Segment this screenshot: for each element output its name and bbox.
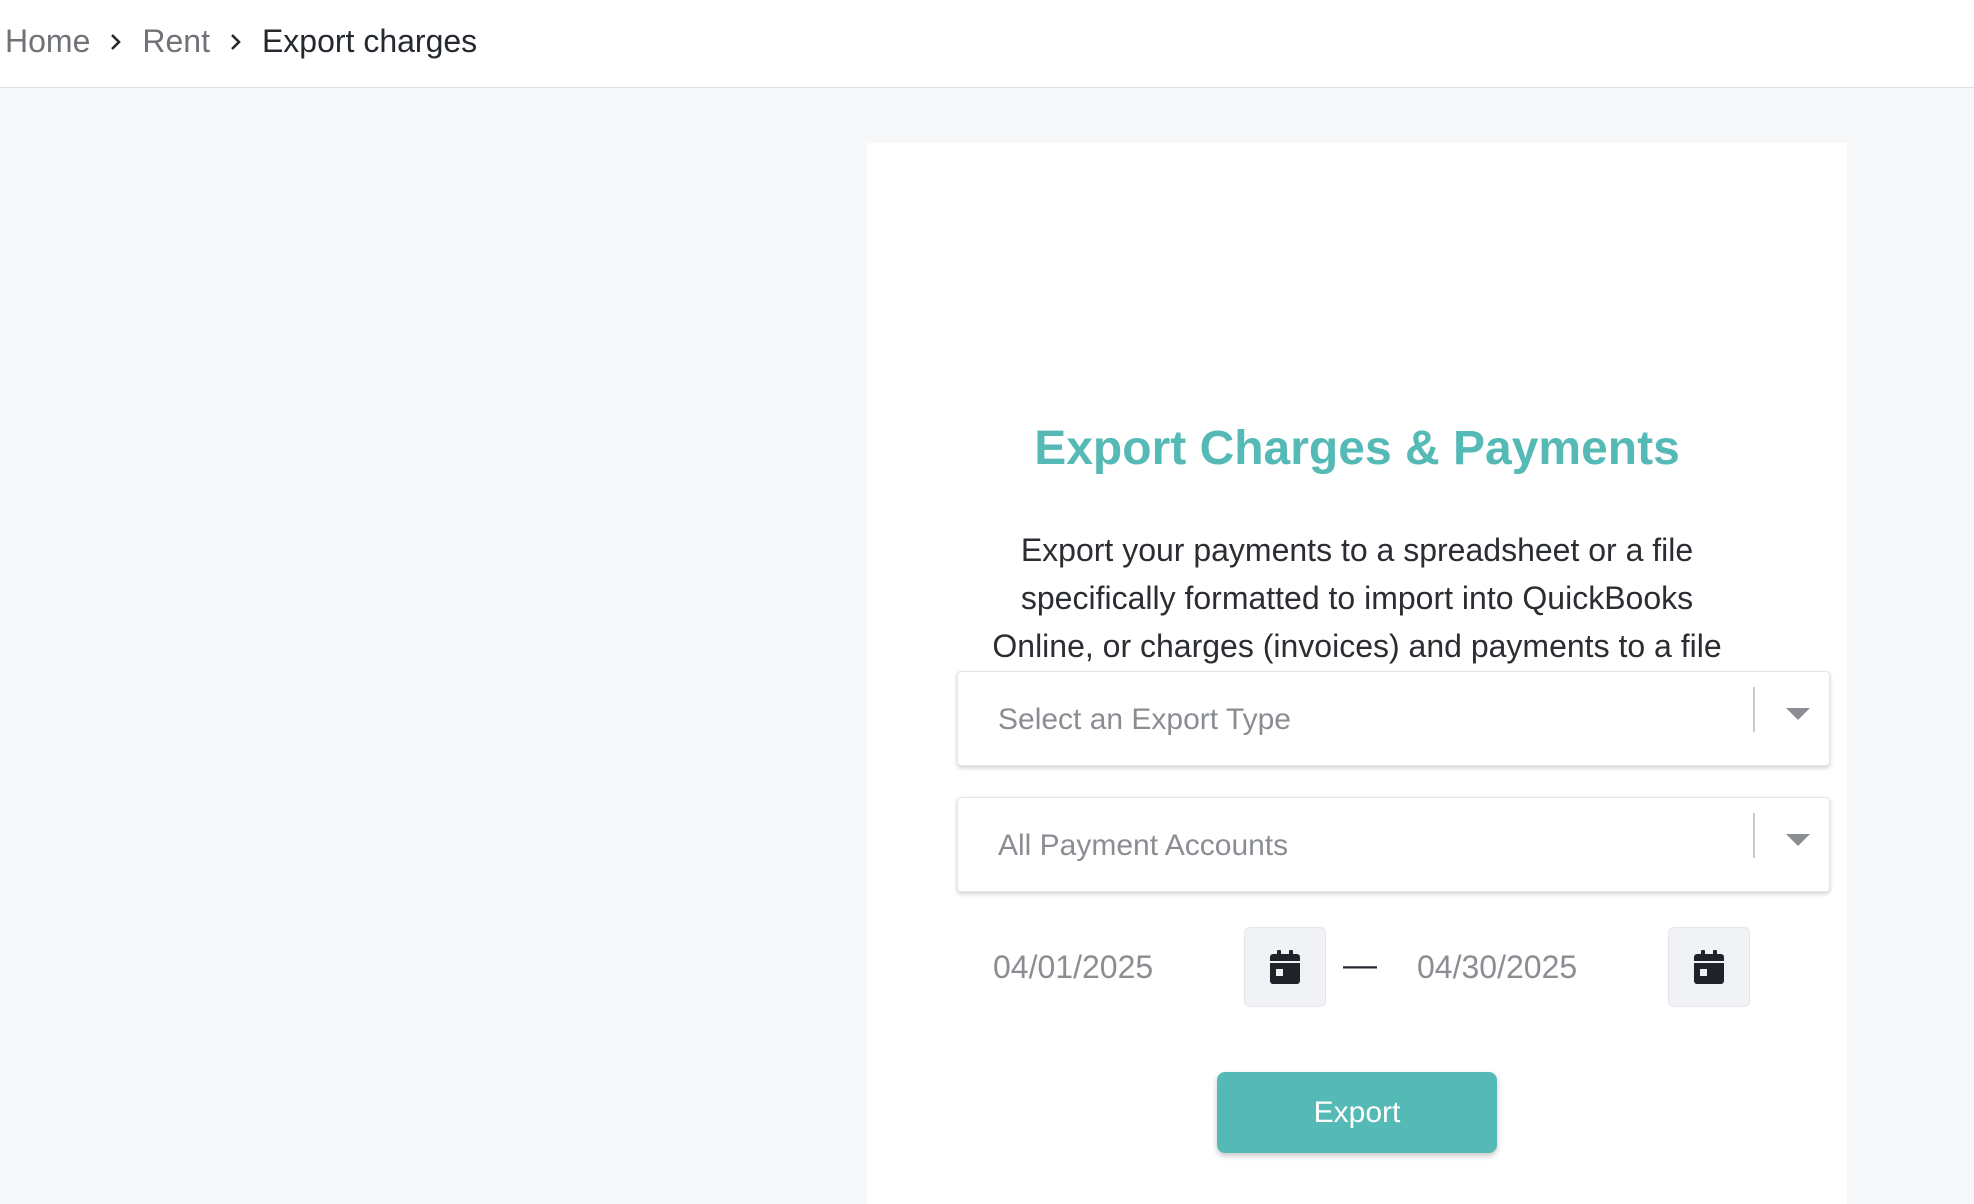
end-date-calendar-button[interactable] bbox=[1668, 927, 1750, 1007]
select-divider bbox=[1753, 687, 1755, 732]
payment-accounts-value: All Payment Accounts bbox=[998, 829, 1289, 862]
page-title: Export Charges & Payments bbox=[1034, 422, 1680, 475]
date-range: — bbox=[957, 927, 1830, 1007]
breadcrumb-current-page: Export charges bbox=[261, 23, 478, 59]
chevron-down-icon[interactable] bbox=[1786, 708, 1810, 720]
start-date-calendar-button[interactable] bbox=[1244, 927, 1326, 1007]
payment-accounts-select[interactable]: All Payment Accounts bbox=[957, 797, 1830, 892]
export-card: Export Charges & Payments Export your pa… bbox=[867, 143, 1847, 1204]
chevron-down-icon[interactable] bbox=[1786, 834, 1810, 846]
calendar-icon bbox=[1694, 950, 1724, 984]
end-date-input[interactable] bbox=[1417, 927, 1697, 1007]
date-range-separator: — bbox=[1343, 946, 1377, 984]
chevron-right-icon bbox=[90, 33, 142, 51]
chevron-right-icon bbox=[210, 33, 262, 51]
breadcrumb-home-link[interactable]: Home bbox=[5, 23, 90, 60]
export-type-select[interactable]: Select an Export Type bbox=[957, 671, 1830, 766]
breadcrumb-rent-link[interactable]: Rent bbox=[142, 23, 210, 60]
select-divider bbox=[1753, 813, 1755, 858]
calendar-icon bbox=[1270, 950, 1300, 984]
export-button[interactable]: Export bbox=[1217, 1072, 1497, 1153]
start-date-input[interactable] bbox=[993, 927, 1273, 1007]
export-type-placeholder: Select an Export Type bbox=[998, 703, 1291, 736]
breadcrumb: Home Rent Export charges bbox=[5, 23, 477, 60]
top-header: Home Rent Export charges bbox=[0, 0, 1974, 88]
